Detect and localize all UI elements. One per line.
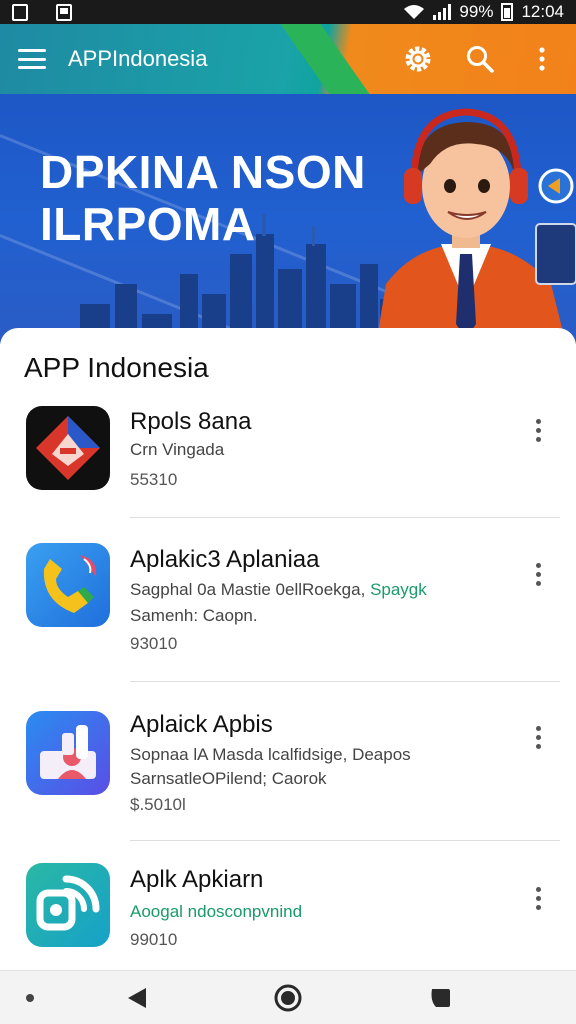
home-icon[interactable] [274,984,302,1012]
banner-line-2: ILRPOMA [40,198,256,250]
app-subtitle-2: Samenh: Caopn. [130,606,258,625]
app-price: 99010 [130,930,178,949]
more-vert-icon[interactable] [526,43,558,75]
app-price: $.5010l [130,795,186,814]
app-list-sheet: APP Indonesia Rpols 8ana Crn Vingada 553… [0,328,576,970]
back-icon[interactable] [126,986,148,1010]
red-diamond-app-icon[interactable] [26,406,110,490]
app-subtitle: Sagphal 0a Mastie 0ellRoekga, Spaygk [130,580,427,600]
item-more-icon[interactable] [526,880,550,916]
banner-line-1: DPKINA NSON [40,146,366,198]
system-nav-bar [0,970,576,1024]
hamburger-icon[interactable] [18,49,46,69]
app-subtitle: Crn Vingada [130,440,225,459]
list-item[interactable]: Aplakic3 Aplaniaa Sagphal 0a Mastie 0ell… [0,538,576,683]
app-bar: APPIndonesia [0,24,576,94]
app-name[interactable]: Rpols 8ana [130,408,251,436]
divider [130,840,560,841]
section-title: APP Indonesia [24,352,209,383]
mascot-illustration [376,108,576,344]
item-more-icon[interactable] [526,412,550,448]
app-bar-accent-stripe [280,24,370,94]
item-more-icon[interactable] [526,556,550,592]
app-name[interactable]: Aplaick Apbis [130,711,273,739]
contact-app-icon[interactable] [26,711,110,795]
notification-icon [12,3,28,21]
app-subtitle-accent: Spaygk [370,580,427,599]
image-notification-icon [56,3,72,21]
teal-broadcast-app-icon[interactable] [26,863,110,947]
app-subtitle: Aoogal ndosconpvnind [130,902,303,921]
wifi-icon [404,5,425,19]
divider [130,681,560,682]
app-subtitle-text: Sagphal 0a Mastie 0ellRoekga, [130,580,366,599]
item-more-icon[interactable] [526,719,550,755]
nav-indicator-icon [26,994,34,1002]
settings-icon[interactable] [402,43,434,75]
search-icon[interactable] [464,43,496,75]
recents-icon[interactable] [428,987,452,1009]
app-title: APPIndonesia [68,46,208,71]
signal-icon [433,4,452,20]
app-subtitle: Sopnaa lA Masda lcalfidsige, Deapos [130,745,411,764]
app-price: 93010 [130,634,178,653]
promo-banner[interactable]: DPKINA NSON ILRPOMA [0,94,576,344]
battery-percent: 99% [459,2,494,21]
app-subtitle-2: SarnsatleOPilend; Caorok [130,769,327,788]
phone-app-icon[interactable] [26,543,110,627]
list-item[interactable]: Aplaick Apbis Sopnaa lA Masda lcalfidsig… [0,703,576,843]
list-item[interactable]: Aplk Apkiarn Aoogal ndosconpvnind 99010 [0,858,576,970]
battery-icon [501,3,514,21]
clock: 12:04 [521,2,564,21]
divider [130,517,560,518]
app-name[interactable]: Aplakic3 Aplaniaa [130,546,319,574]
app-price: 55310 [130,470,178,489]
banner-headline: DPKINA NSON ILRPOMA [40,146,366,250]
status-bar: 99% 12:04 [0,0,576,24]
app-name[interactable]: Aplk Apkiarn [130,866,263,894]
list-item[interactable]: Rpols 8ana Crn Vingada 55310 [0,398,576,538]
